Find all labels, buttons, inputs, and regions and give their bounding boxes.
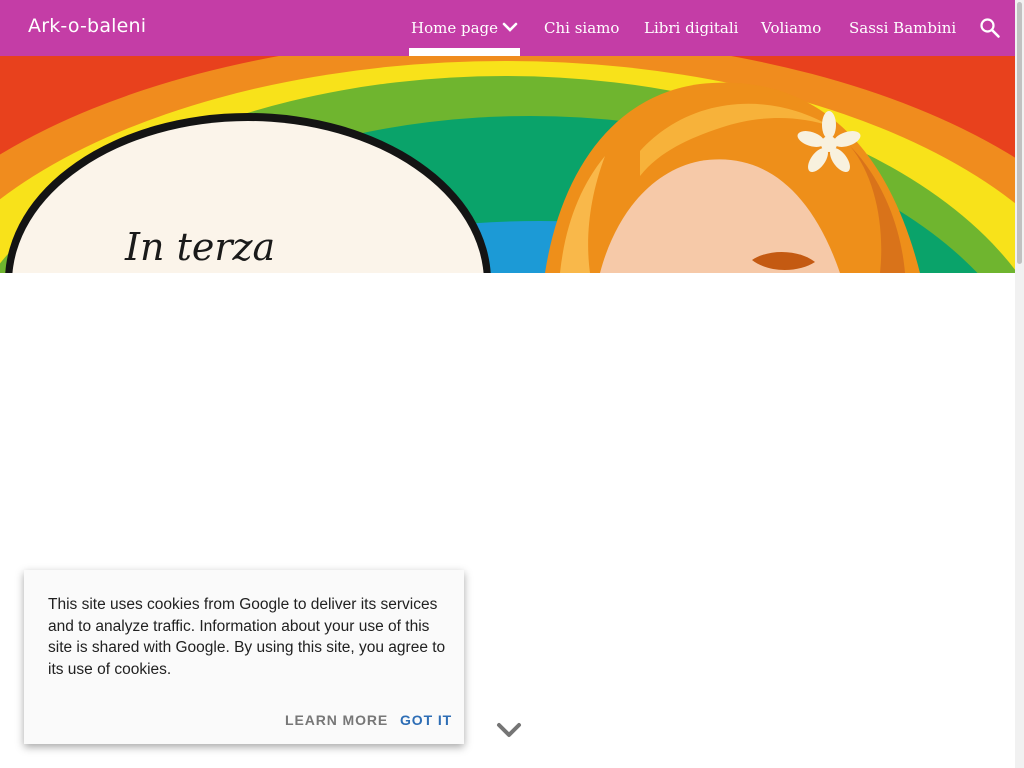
scrollbar-thumb[interactable]: [1017, 2, 1022, 264]
nav-active-indicator: [409, 48, 520, 56]
cookie-message: This site uses cookies from Google to de…: [48, 596, 446, 678]
site-header: Ark-o-baleni Home page Chi siamo Libri d…: [0, 0, 1015, 56]
site-title[interactable]: Ark-o-baleni: [28, 15, 146, 37]
hero-illustration: In terza: [0, 56, 1015, 273]
search-icon[interactable]: [978, 16, 1002, 40]
nav-item-sassi-bambini[interactable]: Sassi Bambini: [849, 0, 956, 56]
learn-more-button[interactable]: LEARN MORE: [285, 712, 388, 728]
chevron-down-icon[interactable]: [501, 20, 519, 36]
nav-item-chi-siamo[interactable]: Chi siamo: [544, 0, 619, 56]
nav-item-libri-digitali[interactable]: Libri digitali: [644, 0, 738, 56]
scroll-down-chevron-icon[interactable]: [495, 720, 523, 742]
got-it-button[interactable]: GOT IT: [400, 712, 452, 728]
cookie-notice: This site uses cookies from Google to de…: [24, 570, 464, 744]
hero-handwritten-text: In terza: [124, 225, 275, 269]
nav-item-voliamo[interactable]: Voliamo: [761, 0, 821, 56]
hero-banner: In terza: [0, 56, 1015, 273]
